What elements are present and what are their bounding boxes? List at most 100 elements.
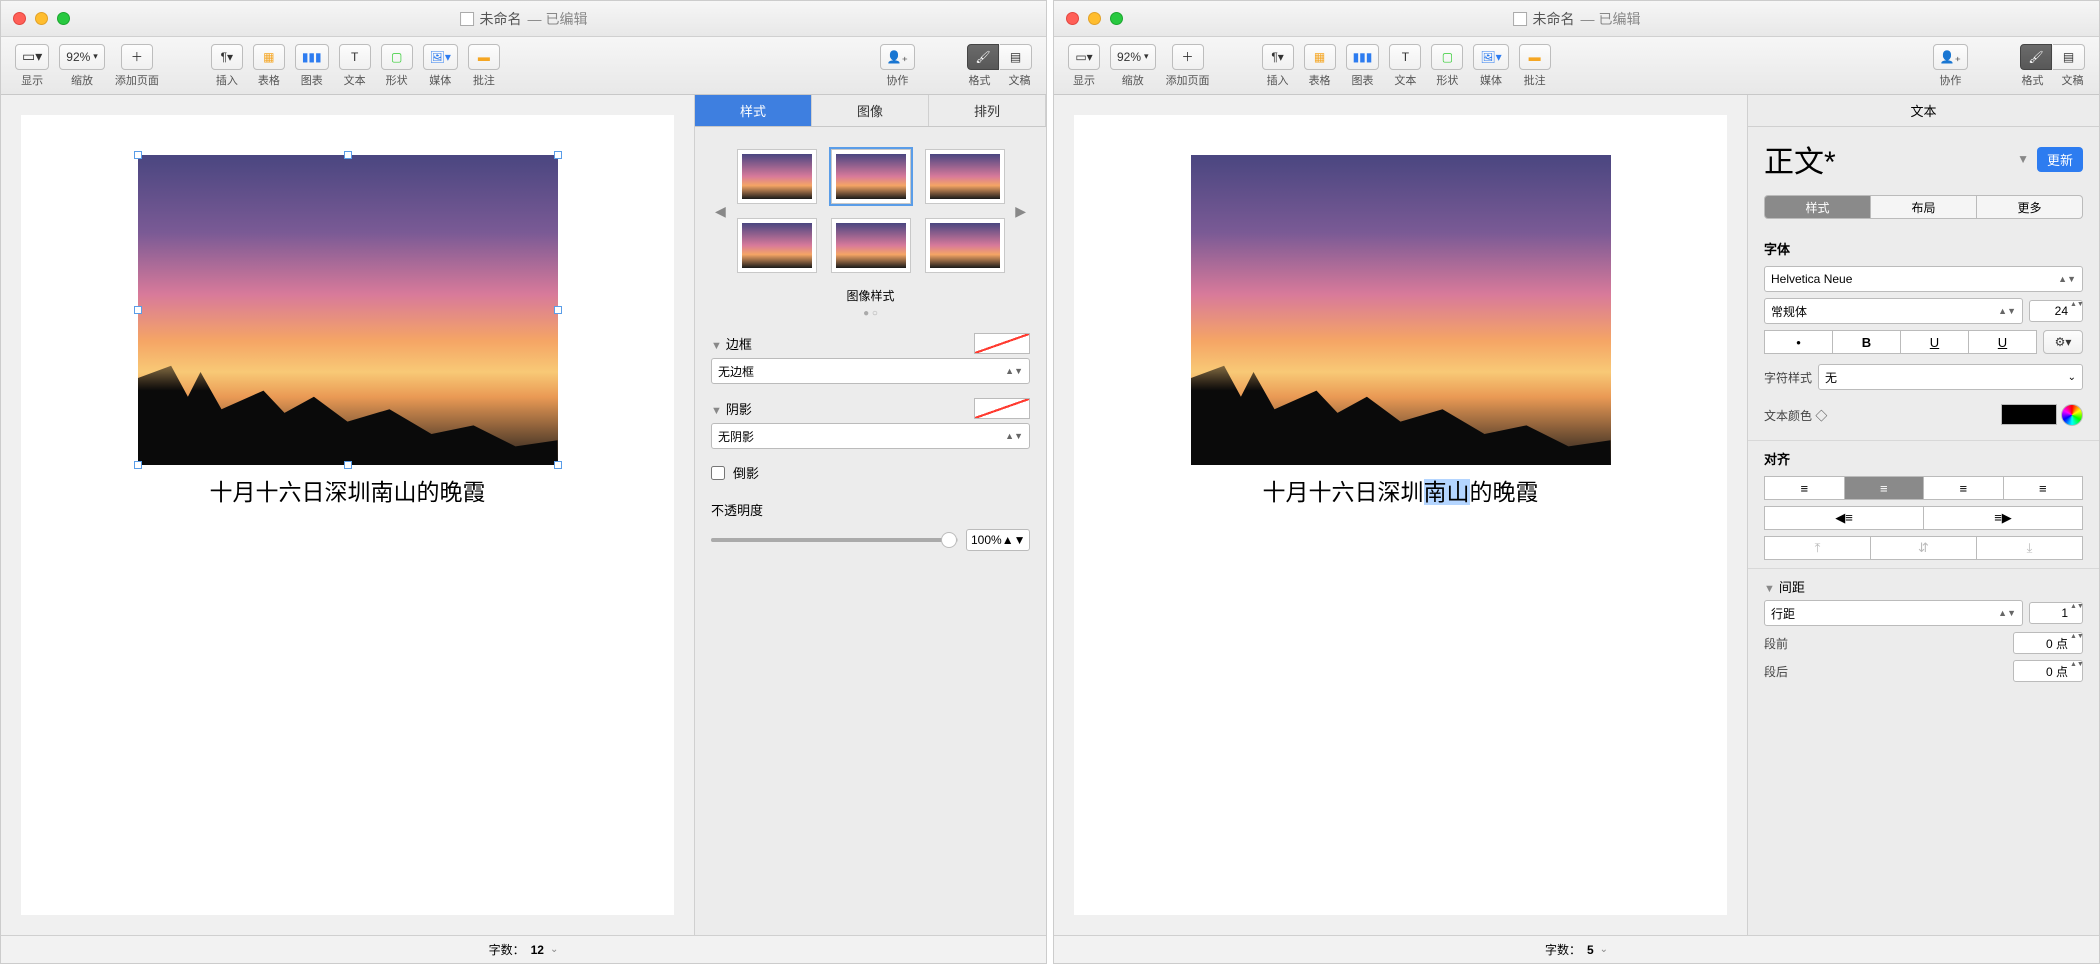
table-button[interactable]: ▦: [1304, 44, 1336, 70]
close-icon[interactable]: [1066, 12, 1079, 25]
opacity-slider[interactable]: [711, 538, 958, 542]
document-canvas[interactable]: 十月十六日深圳南山的晚霞: [1054, 95, 1747, 935]
collab-button[interactable]: 👤₊: [1933, 44, 1968, 70]
font-family-dropdown[interactable]: Helvetica Neue▲▼: [1764, 266, 2083, 292]
indent-button[interactable]: ≡▶: [1924, 506, 2083, 530]
space-after-value: 0 点: [2046, 663, 2068, 680]
maximize-icon[interactable]: [1110, 12, 1123, 25]
resize-handle[interactable]: [134, 306, 142, 314]
reflection-checkbox[interactable]: [711, 466, 725, 480]
space-after-field[interactable]: 0 点▲▼: [2013, 660, 2083, 682]
table-label: 表格: [258, 72, 280, 88]
update-button[interactable]: 更新: [2037, 147, 2083, 172]
document-canvas[interactable]: 十月十六日深圳南山的晚霞: [1, 95, 694, 935]
bullet-button[interactable]: •: [1764, 330, 1833, 354]
annot-button[interactable]: ▬: [468, 44, 500, 70]
resize-handle[interactable]: [344, 461, 352, 469]
doc-button[interactable]: ▤: [2053, 44, 2085, 70]
zoom-button[interactable]: 92%▾: [1110, 44, 1156, 70]
resize-handle[interactable]: [554, 151, 562, 159]
style-preset[interactable]: [737, 218, 817, 273]
style-preset[interactable]: [831, 149, 911, 204]
align-left-button[interactable]: ≡: [1764, 476, 1845, 500]
insert-button[interactable]: ¶▾: [1262, 44, 1294, 70]
align-justify-button[interactable]: ≡: [2004, 476, 2084, 500]
gear-dropdown[interactable]: ⚙▾: [2043, 330, 2083, 354]
minimize-icon[interactable]: [1088, 12, 1101, 25]
chart-button[interactable]: ▮▮▮: [1346, 44, 1380, 70]
italic-button[interactable]: U: [1901, 330, 1969, 354]
text-button[interactable]: T: [1389, 44, 1421, 70]
style-preset[interactable]: [925, 218, 1005, 273]
tab-style[interactable]: 样式: [1764, 195, 1871, 219]
table-button[interactable]: ▦: [253, 44, 285, 70]
resize-handle[interactable]: [554, 461, 562, 469]
space-after-label: 段后: [1764, 663, 1788, 680]
shadow-swatch[interactable]: [974, 398, 1030, 419]
tab-arrange[interactable]: 排列: [929, 95, 1046, 126]
color-swatch[interactable]: [2001, 404, 2057, 425]
color-wheel-icon[interactable]: [2061, 404, 2083, 426]
insert-button[interactable]: ¶▾: [211, 44, 243, 70]
prev-style-icon[interactable]: ◀: [715, 203, 726, 220]
char-style-dropdown[interactable]: 无⌄: [1818, 364, 2083, 390]
resize-handle[interactable]: [344, 151, 352, 159]
valign-middle-button[interactable]: ⇵: [1871, 536, 1977, 560]
line-spacing-field[interactable]: 1▲▼: [2029, 602, 2083, 624]
media-button[interactable]: 🖼▾: [423, 44, 458, 70]
border-swatch[interactable]: [974, 333, 1030, 354]
opacity-field[interactable]: 100%▲▼: [966, 529, 1030, 551]
format-button[interactable]: 🖌: [967, 44, 999, 70]
space-before-field[interactable]: 0 点▲▼: [2013, 632, 2083, 654]
selected-image[interactable]: [138, 155, 558, 465]
tab-more[interactable]: 更多: [1977, 195, 2083, 219]
add-page-button[interactable]: ＋: [121, 44, 153, 70]
resize-handle[interactable]: [134, 461, 142, 469]
view-button[interactable]: ▭▾: [15, 44, 49, 70]
tab-style[interactable]: 样式: [695, 95, 812, 126]
style-preset[interactable]: [737, 149, 817, 204]
add-page-button[interactable]: ＋: [1172, 44, 1204, 70]
chevron-down-icon[interactable]: ⌄: [550, 944, 558, 955]
shape-button[interactable]: ▢: [381, 44, 413, 70]
bold-button[interactable]: B: [1833, 330, 1901, 354]
close-icon[interactable]: [13, 12, 26, 25]
chevron-down-icon[interactable]: ⌄: [1600, 944, 1608, 955]
paragraph-style-name[interactable]: 正文*: [1764, 137, 1836, 181]
tab-layout[interactable]: 布局: [1871, 195, 1977, 219]
doc-button[interactable]: ▤: [1000, 44, 1032, 70]
style-preset[interactable]: [925, 149, 1005, 204]
align-right-button[interactable]: ≡: [1924, 476, 2004, 500]
annot-button[interactable]: ▬: [1519, 44, 1551, 70]
format-button[interactable]: 🖌: [2020, 44, 2052, 70]
image-caption[interactable]: 十月十六日深圳南山的晚霞: [21, 473, 674, 507]
resize-handle[interactable]: [554, 306, 562, 314]
chevron-down-icon[interactable]: ▼: [2017, 152, 2029, 166]
text-button[interactable]: T: [339, 44, 371, 70]
align-center-button[interactable]: ≡: [1845, 476, 1925, 500]
tab-image[interactable]: 图像: [812, 95, 929, 126]
chart-button[interactable]: ▮▮▮: [295, 44, 329, 70]
next-style-icon[interactable]: ▶: [1015, 203, 1026, 220]
maximize-icon[interactable]: [57, 12, 70, 25]
minimize-icon[interactable]: [35, 12, 48, 25]
font-weight-dropdown[interactable]: 常规体▲▼: [1764, 298, 2023, 324]
inline-image[interactable]: [1191, 155, 1611, 465]
border-dropdown[interactable]: 无边框▲▼: [711, 358, 1030, 384]
resize-handle[interactable]: [134, 151, 142, 159]
media-button[interactable]: 🖼▾: [1473, 44, 1508, 70]
line-spacing-dropdown[interactable]: 行距▲▼: [1764, 600, 2023, 626]
border-heading: 边框: [726, 337, 752, 352]
style-preset[interactable]: [831, 218, 911, 273]
shape-button[interactable]: ▢: [1431, 44, 1463, 70]
valign-top-button[interactable]: ⤒: [1764, 536, 1871, 560]
image-caption[interactable]: 十月十六日深圳南山的晚霞: [1074, 473, 1727, 507]
underline-button[interactable]: U: [1969, 330, 2037, 354]
collab-button[interactable]: 👤₊: [880, 44, 915, 70]
valign-bottom-button[interactable]: ⤓: [1977, 536, 2083, 560]
outdent-button[interactable]: ◀≡: [1764, 506, 1924, 530]
zoom-button[interactable]: 92%▾: [59, 44, 105, 70]
view-button[interactable]: ▭▾: [1068, 44, 1100, 70]
font-size-field[interactable]: 24▲▼: [2029, 300, 2083, 322]
shadow-dropdown[interactable]: 无阴影▲▼: [711, 423, 1030, 449]
